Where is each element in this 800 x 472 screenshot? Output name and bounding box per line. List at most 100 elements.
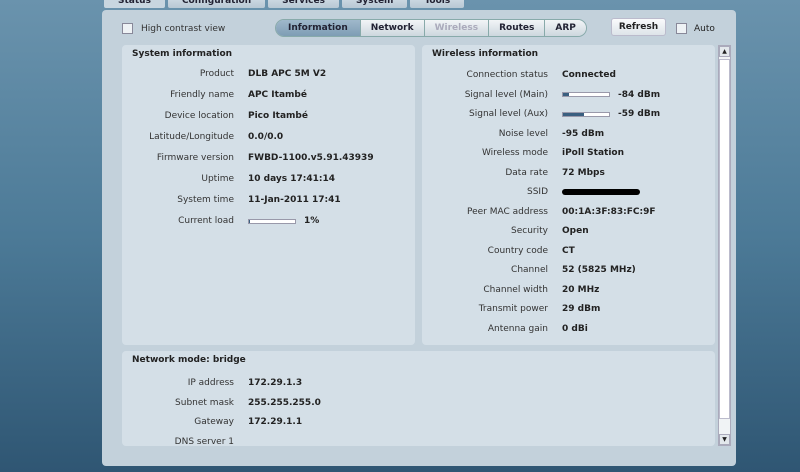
info-row: Friendly name APC Itambé bbox=[122, 89, 307, 101]
info-row: Data rate 72 Mbps bbox=[422, 167, 605, 179]
value-text: 72 Mbps bbox=[562, 167, 605, 178]
value-text: DLB APC 5M V2 bbox=[248, 69, 327, 79]
row-value: 29 dBm bbox=[562, 304, 600, 314]
value-text: 00:1A:3F:83:FC:9F bbox=[562, 206, 656, 217]
row-label: Transmit power bbox=[478, 304, 548, 314]
row-value: 72 Mbps bbox=[562, 168, 605, 178]
high-contrast-label: High contrast view bbox=[141, 23, 226, 34]
row-value: DLB APC 5M V2 bbox=[248, 69, 326, 79]
value-text: 0.0/0.0 bbox=[248, 132, 284, 142]
subtab-wireless[interactable]: Wireless bbox=[423, 20, 489, 36]
row-value: FWBD-1100.v5.91.43939 bbox=[248, 153, 374, 163]
row-label: DNS server 1 bbox=[174, 436, 234, 447]
high-contrast-toggle[interactable]: High contrast view bbox=[122, 23, 225, 34]
scroll-up-button[interactable]: ▲ bbox=[719, 46, 730, 57]
row-label: Signal level (Aux) bbox=[469, 109, 548, 119]
value-text: Connected bbox=[562, 70, 616, 80]
info-row: Uptime 10 days 17:41:14 bbox=[122, 173, 335, 185]
row-label: Data rate bbox=[505, 167, 548, 178]
value-text: 172.29.1.3 bbox=[248, 378, 303, 388]
value-text: -84 dBm bbox=[618, 89, 661, 100]
row-value: 0 dBi bbox=[562, 324, 588, 334]
row-value: -95 dBm bbox=[562, 129, 604, 139]
row-label: Antenna gain bbox=[487, 323, 548, 334]
value-text: 172.29.1.1 bbox=[248, 417, 303, 427]
row-label: Current load bbox=[178, 216, 234, 226]
tab-status[interactable]: Status bbox=[104, 0, 165, 8]
row-value: 52 (5825 MHz) bbox=[562, 265, 636, 275]
row-label: Subnet mask bbox=[175, 397, 234, 408]
row-label: Uptime bbox=[201, 174, 234, 184]
wireless-info-box: Wireless information Connection status Co… bbox=[422, 45, 715, 345]
level-bar bbox=[562, 92, 610, 97]
row-value: iPoll Station bbox=[562, 148, 624, 158]
info-row: System time 11-Jan-2011 17:41 bbox=[122, 194, 341, 206]
section-title: Network mode: bridge bbox=[132, 355, 246, 365]
info-row: Signal level (Aux) -59 dBm bbox=[422, 108, 660, 120]
info-row: DNS server 1 bbox=[122, 436, 248, 448]
scroll-down-button[interactable]: ▼ bbox=[719, 434, 730, 445]
info-row: Security Open bbox=[422, 225, 589, 237]
checkbox[interactable] bbox=[122, 23, 133, 34]
value-text: 20 MHz bbox=[562, 284, 600, 295]
row-value: -84 dBm bbox=[562, 90, 660, 100]
row-label: Device location bbox=[164, 111, 234, 121]
tab-tools[interactable]: Tools bbox=[410, 0, 465, 8]
value-text: CT bbox=[562, 245, 575, 256]
network-info-box: Network mode: bridge IP address 172.29.1.… bbox=[122, 351, 715, 448]
subtab-information[interactable]: Information bbox=[276, 20, 360, 36]
subtab-network[interactable]: Network bbox=[359, 20, 424, 36]
info-row: Firmware version FWBD-1100.v5.91.43939 bbox=[122, 152, 374, 164]
section-title: System information bbox=[132, 49, 233, 59]
row-label: Noise level bbox=[498, 128, 548, 139]
auto-refresh-toggle[interactable]: Auto bbox=[676, 23, 715, 34]
row-value: 20 MHz bbox=[562, 285, 599, 295]
info-row: Antenna gain 0 dBi bbox=[422, 323, 588, 335]
scroll-thumb[interactable] bbox=[719, 59, 730, 419]
row-label: Signal level (Main) bbox=[464, 89, 548, 100]
info-row: Channel 52 (5825 MHz) bbox=[422, 264, 636, 276]
info-row: Country code CT bbox=[422, 245, 575, 257]
checkbox[interactable] bbox=[676, 23, 687, 34]
level-bar bbox=[562, 111, 610, 117]
auto-label: Auto bbox=[694, 23, 715, 34]
row-label: Peer MAC address bbox=[466, 206, 548, 217]
sub-tabs: Information Network Wireless Routes ARP bbox=[275, 19, 587, 37]
info-row: Wireless mode iPoll Station bbox=[422, 147, 624, 159]
info-row: Current load 1% bbox=[122, 215, 319, 227]
scrollbar[interactable]: ▲ ▼ bbox=[718, 45, 731, 446]
row-value: 255.255.255.0 bbox=[248, 398, 321, 408]
value-text: -95 dBm bbox=[562, 128, 605, 139]
row-value: -59 dBm bbox=[562, 109, 660, 119]
value-text: APC Itambé bbox=[248, 90, 307, 100]
row-label: Gateway bbox=[194, 417, 234, 427]
tab-configuration[interactable]: Configuration bbox=[167, 0, 266, 8]
subtab-arp[interactable]: ARP bbox=[544, 20, 586, 36]
row-value: 00:1A:3F:83:FC:9F bbox=[562, 207, 656, 217]
value-text: 10 days 17:41:14 bbox=[248, 174, 336, 184]
row-label: Security bbox=[511, 226, 548, 236]
row-label: Wireless mode bbox=[481, 148, 548, 158]
info-row: Subnet mask 255.255.255.0 bbox=[122, 397, 321, 409]
info-row: Peer MAC address 00:1A:3F:83:FC:9F bbox=[422, 206, 656, 218]
subtab-routes[interactable]: Routes bbox=[488, 20, 545, 36]
system-info-box: System information Product DLB APC 5M V2 F… bbox=[122, 45, 415, 345]
value-text: FWBD-1100.v5.91.43939 bbox=[248, 153, 374, 163]
tab-services[interactable]: Services bbox=[268, 0, 339, 8]
row-value: Pico Itambé bbox=[248, 111, 308, 121]
row-label: Country code bbox=[487, 245, 548, 256]
row-value: Open bbox=[562, 226, 589, 236]
value-text: iPoll Station bbox=[562, 148, 625, 158]
level-bar bbox=[248, 218, 296, 224]
row-value: APC Itambé bbox=[248, 90, 307, 100]
tab-system[interactable]: System bbox=[341, 0, 408, 8]
info-row: Latitude/Longitude 0.0/0.0 bbox=[122, 131, 283, 143]
row-value bbox=[562, 189, 648, 195]
row-value: 1% bbox=[248, 216, 319, 226]
value-text: 11-Jan-2011 17:41 bbox=[248, 195, 341, 205]
row-label: Channel width bbox=[483, 284, 548, 295]
value-text: 52 (5825 MHz) bbox=[562, 265, 636, 275]
info-row: Noise level -95 dBm bbox=[422, 128, 604, 140]
value-text: Pico Itambé bbox=[248, 111, 308, 121]
refresh-button[interactable]: Refresh bbox=[611, 18, 666, 36]
